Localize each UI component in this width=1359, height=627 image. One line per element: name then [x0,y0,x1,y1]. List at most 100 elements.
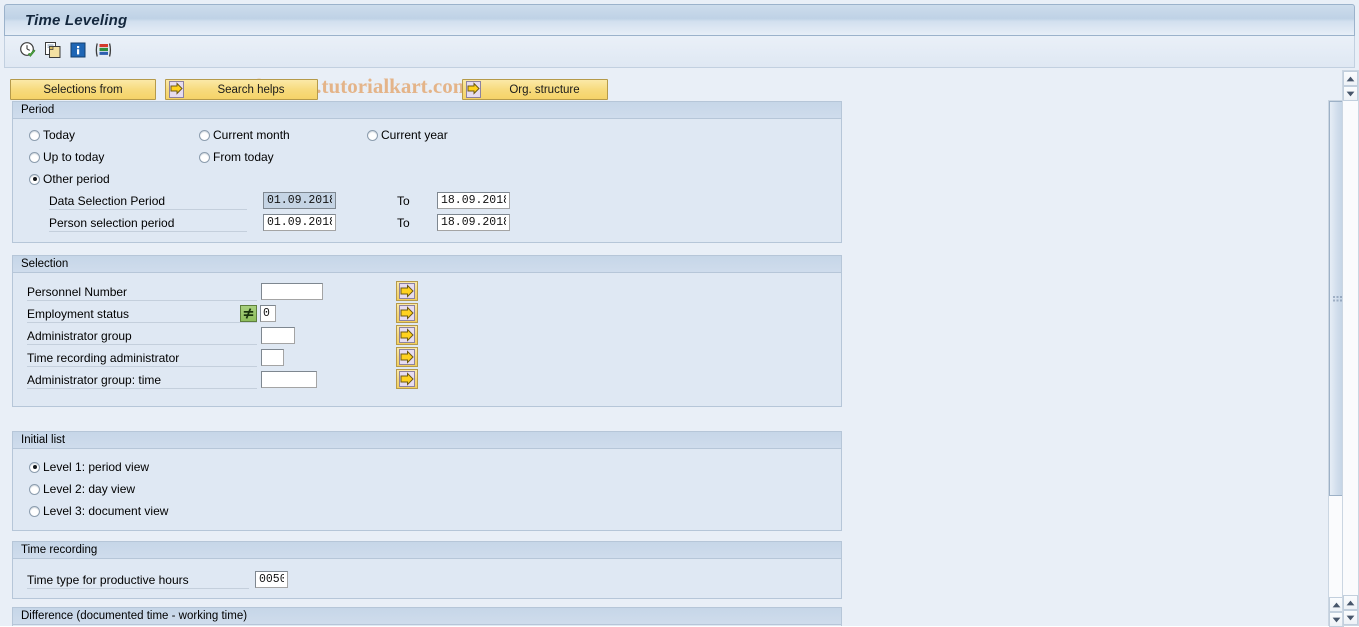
multi-select-arrow-icon [399,283,415,299]
yellow-arrow-icon [167,80,185,99]
search-helps-label: Search helps [217,83,285,96]
chevron-up-icon [1332,602,1341,607]
personnel-number-label: Personnel Number [27,285,257,301]
selections-from-label: Selections from [43,83,123,96]
time-recording-group-header: Time recording [13,542,841,559]
data-selection-period-label: Data Selection Period [49,194,247,210]
selection-screen-content: Period Today Current month Current year … [0,100,1326,626]
outer-scrollbar-up-button[interactable] [1343,71,1358,86]
radio-label: Level 1: period view [43,460,150,474]
person-selection-period-label: Person selection period [49,216,247,232]
copy-variant-icon[interactable] [44,41,62,59]
org-structure-label: Org. structure [509,83,580,96]
selection-group: Selection Personnel Number Employment st… [12,255,842,407]
outer-scrollbar-bottom-down-button[interactable] [1343,610,1358,625]
radio-indicator [367,129,378,141]
selection-group-body: Personnel Number Employment status 0 Adm… [13,273,841,407]
outer-scrollbar-bottom-up-button[interactable] [1343,595,1358,610]
chevron-down-icon [1332,617,1341,622]
radio-indicator [29,151,40,163]
time-type-productive-hours-input[interactable] [255,571,288,588]
multi-select-arrow-icon [399,371,415,387]
administrator-group-label: Administrator group [27,329,257,345]
radio-today[interactable]: Today [29,128,75,142]
administrator-group-time-input[interactable] [261,371,317,388]
radio-current-month[interactable]: Current month [199,128,290,142]
data-selection-period-to-label: To [397,194,410,208]
org-structure-button[interactable]: Org. structure [462,79,608,100]
selections-from-button[interactable]: Selections from [10,79,156,100]
radio-indicator [199,151,210,163]
person-selection-period-to-label: To [397,216,410,230]
data-selection-period-from-input[interactable] [263,192,336,209]
personnel-number-multi-select-button[interactable] [396,281,418,301]
selection-button-row: Selections from Search helps Org. struct… [10,79,1310,100]
chevron-down-icon [1346,91,1355,96]
difference-group-header: Difference (documented time - working ti… [13,608,841,625]
radio-indicator [29,461,40,473]
administrator-group-input[interactable] [261,327,295,344]
multi-select-arrow-icon [399,305,415,321]
radio-indicator [29,129,40,141]
administrator-group-multi-select-button[interactable] [396,325,418,345]
period-group-header: Period [13,102,841,119]
period-group: Period Today Current month Current year … [12,101,842,243]
search-helps-button[interactable]: Search helps [165,79,318,100]
radio-level-2-day-view[interactable]: Level 2: day view [29,482,135,496]
selection-group-header: Selection [13,256,841,273]
radio-up-to-today[interactable]: Up to today [29,150,104,164]
radio-current-year[interactable]: Current year [367,128,448,142]
time-recording-group: Time recording Time type for productive … [12,541,842,599]
radio-indicator [29,483,40,495]
page-title: Time Leveling [25,11,128,29]
radio-label: Level 3: document view [43,504,169,518]
personnel-number-input[interactable] [261,283,323,300]
outer-vertical-scrollbar[interactable] [1342,70,1359,626]
radio-level-1-period-view[interactable]: Level 1: period view [29,460,149,474]
time-recording-administrator-label: Time recording administrator [27,351,257,367]
employment-status-input[interactable] [260,305,276,322]
info-icon[interactable] [69,41,87,59]
radio-label: Current year [381,128,448,142]
column-layout-icon[interactable] [94,41,112,59]
radio-from-today[interactable]: From today [199,150,274,164]
period-group-body: Today Current month Current year Up to t… [13,119,841,243]
execute-clock-icon[interactable] [19,41,37,59]
initial-list-group: Initial list Level 1: period view Level … [12,431,842,531]
multi-select-arrow-icon [399,349,415,365]
data-selection-period-to-input[interactable] [437,192,510,209]
scrollbar-grip-icon [1333,296,1342,302]
outer-scrollbar-track[interactable] [1343,101,1358,595]
radio-label: Up to today [43,150,105,164]
radio-indicator [29,173,40,185]
radio-indicator [29,505,40,517]
multi-select-arrow-icon [399,327,415,343]
radio-label: From today [213,150,274,164]
application-toolbar: © www.tutorialkart.com [4,36,1355,98]
radio-label: Level 2: day view [43,482,136,496]
initial-list-group-body: Level 1: period view Level 2: day view L… [13,449,841,531]
initial-list-group-header: Initial list [13,432,841,449]
administrator-group-time-multi-select-button[interactable] [396,369,418,389]
person-selection-period-to-input[interactable] [437,214,510,231]
time-type-productive-hours-label: Time type for productive hours [27,573,249,589]
person-selection-period-from-input[interactable] [263,214,336,231]
radio-other-period[interactable]: Other period [29,172,110,186]
chevron-up-icon [1346,600,1355,605]
administrator-group-time-label: Administrator group: time [27,373,257,389]
outer-scrollbar-down-button[interactable] [1343,86,1358,101]
chevron-down-icon [1346,615,1355,620]
radio-indicator [199,129,210,141]
sap-application-window: Time Leveling © www.tutorialkart.com Sel… [0,0,1359,627]
time-recording-administrator-input[interactable] [261,349,284,366]
employment-status-operator-button[interactable] [240,305,257,322]
toolbar-icon-group [19,41,112,59]
difference-group: Difference (documented time - working ti… [12,607,842,626]
radio-label: Today [43,128,76,142]
radio-label: Other period [43,172,110,186]
time-recording-administrator-multi-select-button[interactable] [396,347,418,367]
employment-status-multi-select-button[interactable] [396,303,418,323]
chevron-up-icon [1346,76,1355,81]
radio-level-3-document-view[interactable]: Level 3: document view [29,504,168,518]
not-equal-icon [243,308,254,319]
